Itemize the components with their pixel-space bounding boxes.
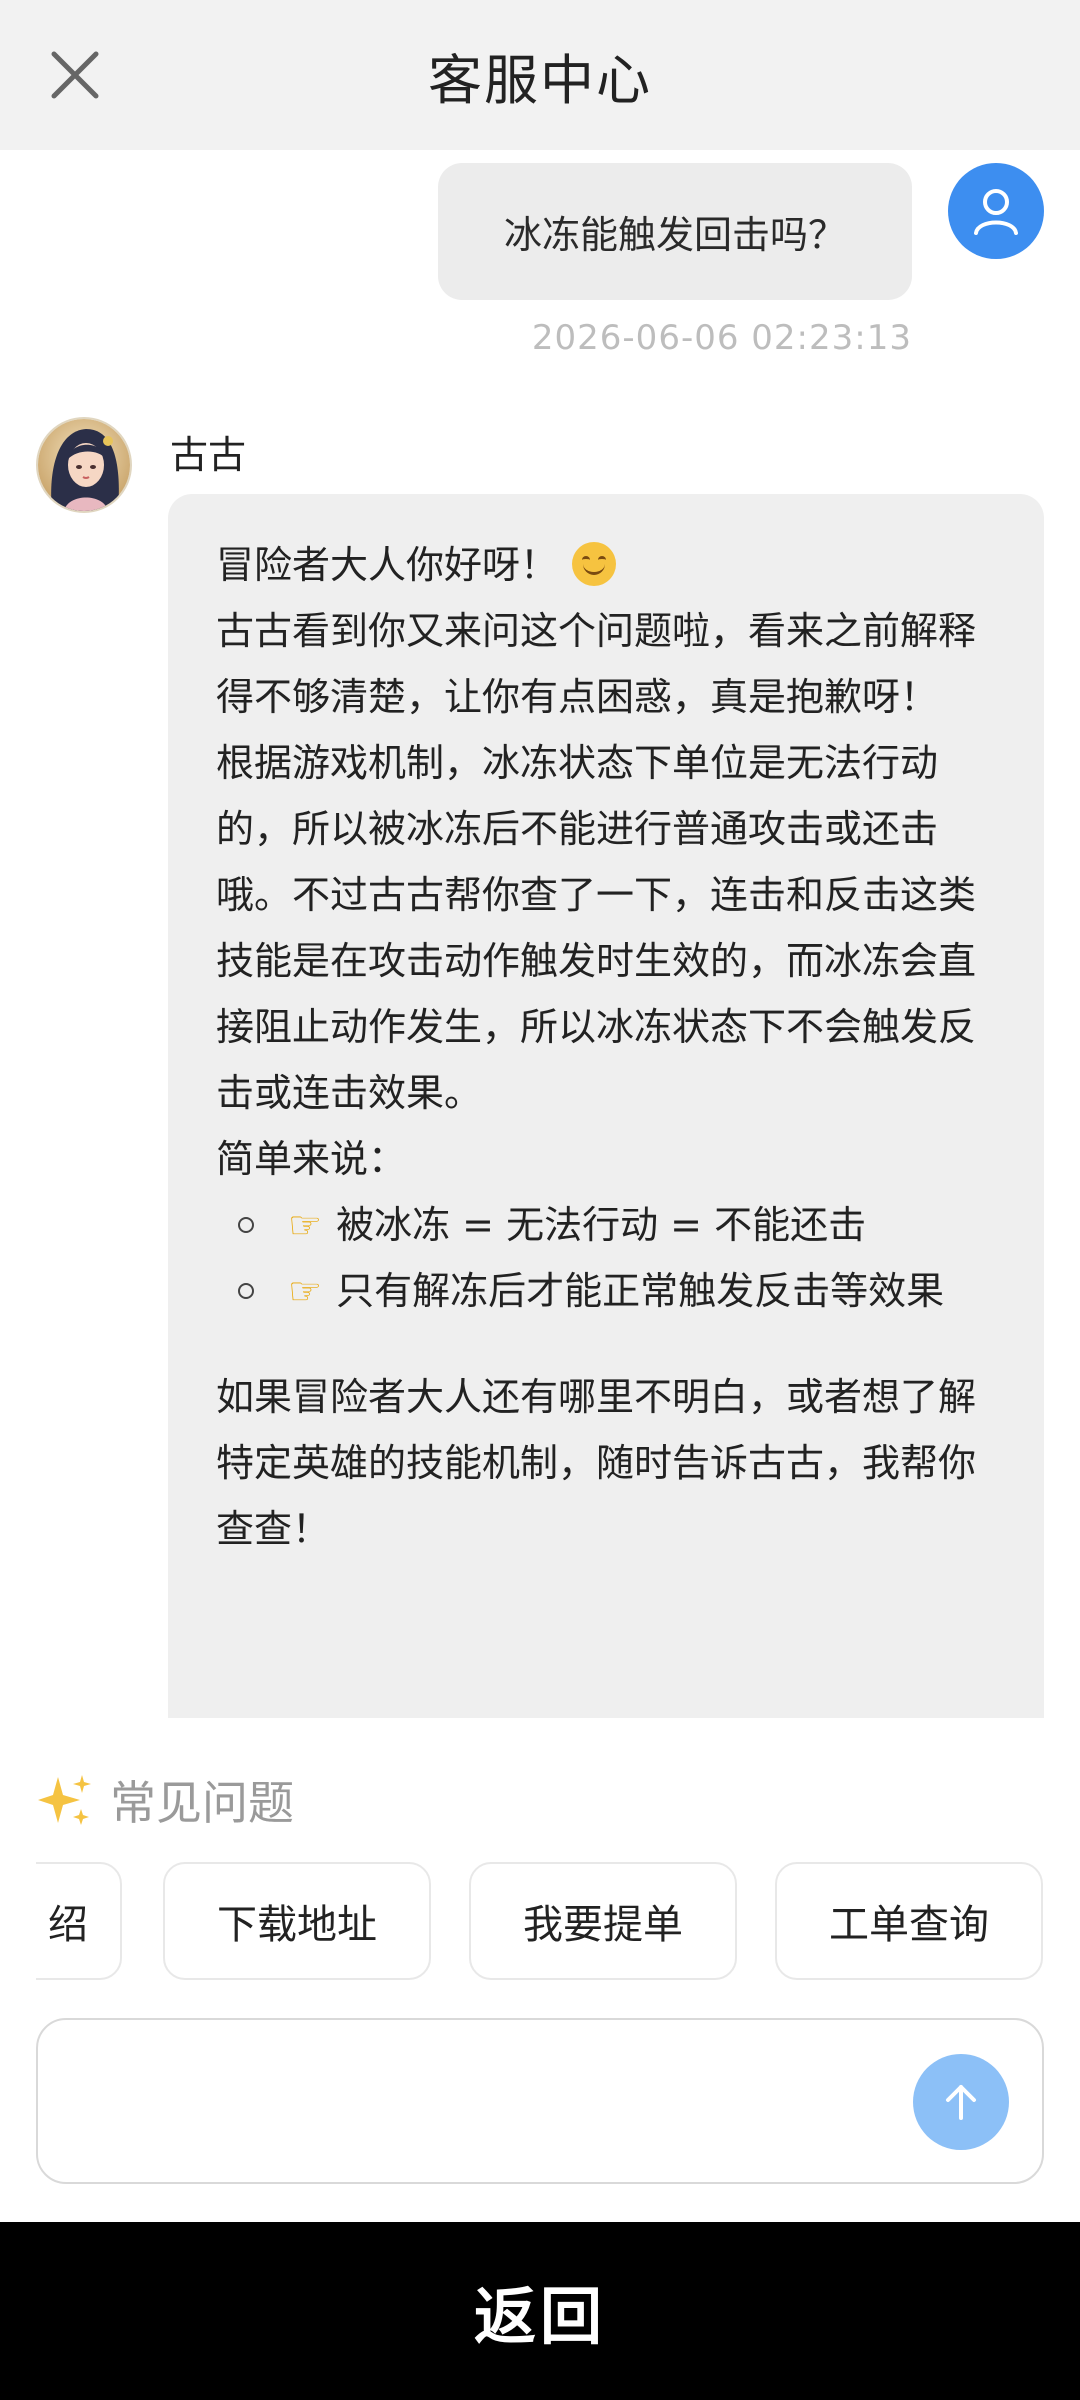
message-input-box: [36, 2018, 1044, 2184]
faq-chip[interactable]: 绍: [36, 1862, 122, 1980]
bot-message-bubble: 冒险者大人你好呀！ 古古看到你又来问这个问题啦，看来之前解释得不够清楚，让你有点…: [168, 494, 1044, 1718]
close-icon: [51, 51, 99, 99]
faq-chip[interactable]: 工单查询: [775, 1862, 1043, 1980]
bot-paragraph: 简单来说：: [216, 1137, 407, 1181]
bot-paragraph: 古古看到你又来问这个问题啦，看来之前解释得不够清楚，让你有点困惑，真是抱歉呀！: [216, 609, 977, 719]
close-button[interactable]: [40, 40, 110, 110]
back-button[interactable]: 返回: [0, 2222, 1080, 2400]
message-input[interactable]: [62, 2040, 902, 2164]
user-message-bubble: 冰冻能触发回击吗？: [438, 163, 912, 300]
list-item: ☞ 只有解冻后才能正常触发反击等效果: [216, 1258, 996, 1324]
page-title: 客服中心: [428, 48, 652, 112]
bot-name: 古古: [170, 433, 247, 477]
smile-emoji: [572, 542, 617, 586]
send-button[interactable]: [913, 2054, 1009, 2150]
bullet-circle-icon: [238, 1217, 254, 1233]
bot-greeting: 冒险者大人你好呀！: [216, 532, 996, 598]
bot-bullet-list: ☞ 被冰冻 = 无法行动 = 不能还击 ☞ 只有解冻后才能正常触发反击等效果: [216, 1192, 996, 1324]
bullet-circle-icon: [238, 1283, 254, 1299]
arrow-up-icon: [946, 2085, 976, 2120]
message-timestamp: 2026-06-06 02:23:13: [531, 318, 912, 358]
user-avatar[interactable]: [948, 163, 1044, 259]
pointing-hand-emoji: ☞: [288, 1269, 323, 1313]
faq-chip[interactable]: 下载地址: [163, 1862, 431, 1980]
faq-title-text: 常见问题: [110, 1776, 294, 1830]
user-icon: [974, 189, 1018, 235]
pointing-hand-emoji: ☞: [288, 1203, 323, 1247]
faq-title: 常见问题: [36, 1772, 294, 1830]
list-item: ☞ 被冰冻 = 无法行动 = 不能还击: [216, 1192, 996, 1258]
sparkles-icon: [38, 1775, 91, 1825]
user-message-text: 冰冻能触发回击吗？: [503, 213, 846, 257]
bot-greeting-text: 冒险者大人你好呀！: [216, 543, 559, 587]
faq-chip[interactable]: 我要提单: [469, 1862, 737, 1980]
faq-chip-row[interactable]: 绍 下载地址 我要提单 工单查询: [36, 1862, 1044, 1982]
header-bar: 客服中心: [0, 0, 1080, 150]
character-avatar: [38, 419, 130, 511]
bot-closing: 如果冒险者大人还有哪里不明白，或者想了解特定英雄的技能机制，随时告诉古古，我帮你…: [216, 1375, 977, 1551]
bot-paragraph: 根据游戏机制，冰冻状态下单位是无法行动的，所以被冰冻后不能进行普通攻击或还击哦。…: [216, 741, 977, 1115]
bot-avatar[interactable]: [36, 417, 132, 513]
